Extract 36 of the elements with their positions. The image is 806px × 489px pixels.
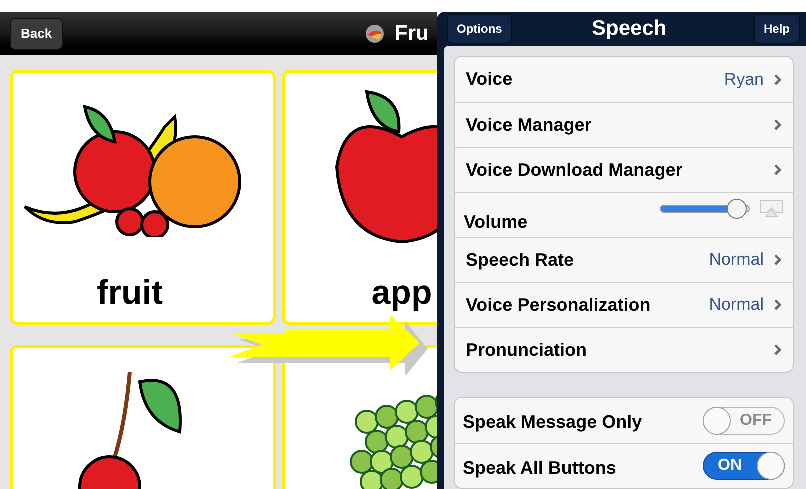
help-button[interactable]: Help bbox=[754, 14, 800, 44]
row-label: Voice Manager bbox=[466, 114, 592, 137]
chevron-icon bbox=[774, 344, 782, 356]
row-label: Voice Download Manager bbox=[466, 158, 683, 182]
settings-row[interactable]: Voice Manager bbox=[455, 102, 793, 147]
toggle-switch[interactable]: ON bbox=[703, 452, 785, 480]
fruit-bowl-icon bbox=[365, 24, 385, 44]
row-label: Volume bbox=[464, 210, 528, 234]
chevron-icon bbox=[774, 119, 782, 131]
row-label: Voice bbox=[466, 68, 513, 91]
options-button[interactable]: Options bbox=[447, 14, 512, 44]
picture-card[interactable]: fruit bbox=[10, 70, 276, 325]
row-value: Normal bbox=[709, 294, 764, 316]
row-label: Speak All Buttons bbox=[463, 456, 616, 480]
settings-row[interactable]: Pronunciation bbox=[455, 327, 793, 372]
picture-card[interactable]: app bbox=[282, 70, 437, 325]
row-label: Speech Rate bbox=[466, 248, 574, 272]
settings-row[interactable]: Voice Ryan bbox=[455, 57, 793, 102]
chevron-icon bbox=[774, 299, 782, 311]
row-value: Ryan bbox=[724, 68, 764, 91]
row-value: Normal bbox=[709, 249, 764, 272]
back-button[interactable]: Back bbox=[10, 18, 64, 50]
card-label: fruit bbox=[96, 276, 164, 314]
row-label: Speak Message Only bbox=[463, 411, 642, 434]
settings-row[interactable]: Voice Personalization Normal bbox=[455, 282, 793, 327]
row-label: Voice Personalization bbox=[466, 294, 651, 316]
volume-slider[interactable] bbox=[660, 199, 750, 219]
chevron-icon bbox=[774, 74, 782, 86]
popover-title: Speech bbox=[592, 16, 667, 42]
chevron-icon bbox=[774, 164, 782, 176]
card-label: app bbox=[372, 276, 432, 314]
settings-row[interactable]: Voice Download Manager bbox=[455, 147, 793, 192]
row-label: Pronunciation bbox=[466, 338, 587, 362]
settings-row[interactable]: Speech Rate Normal bbox=[455, 237, 793, 282]
arrow-icon bbox=[230, 315, 430, 375]
chevron-icon bbox=[774, 254, 782, 266]
